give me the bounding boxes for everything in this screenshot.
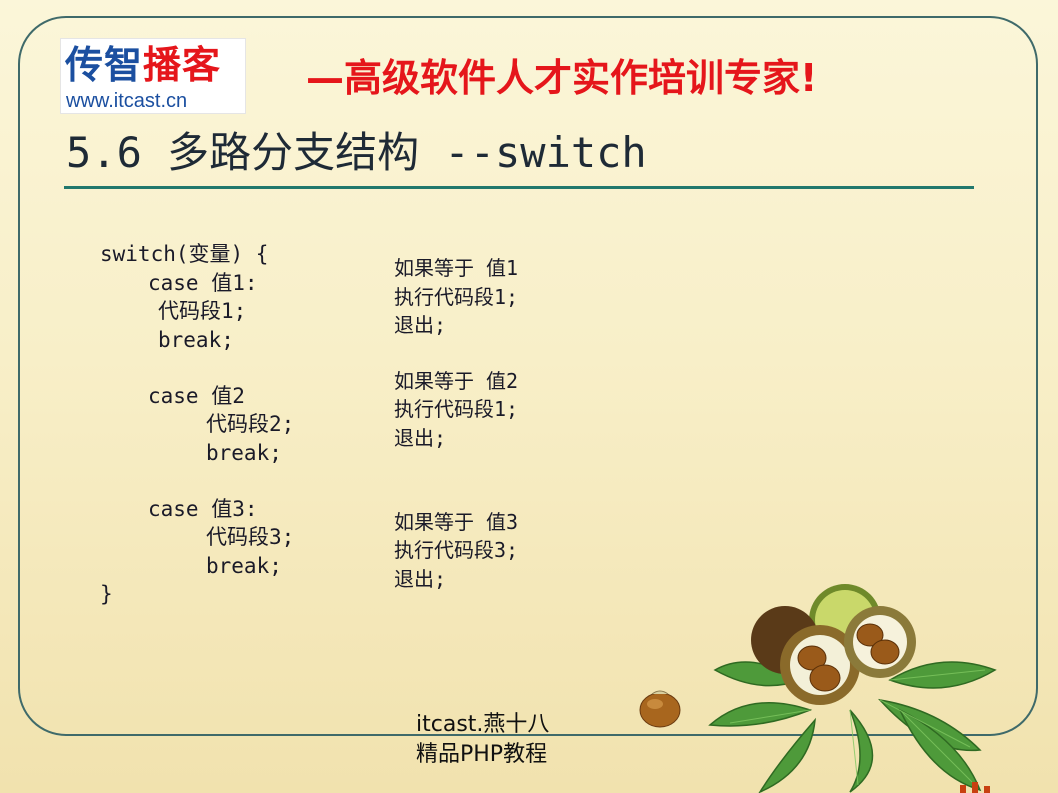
code-line: case 值2	[148, 384, 245, 408]
chestnut-cluster-decoration	[639, 584, 997, 793]
code-line: 代码段2;	[206, 412, 295, 436]
note-text: 如果等于 值2	[394, 369, 519, 393]
code-line: break;	[158, 328, 234, 352]
code-line: case 值1:	[148, 271, 258, 295]
itcast-logo: 传智播客 www.itcast.cn	[60, 38, 246, 114]
slogan: —高级软件人才实作培训专家!	[306, 56, 818, 100]
note-text: 退出;	[394, 567, 447, 591]
footer-line-1: itcast.燕十八	[416, 712, 550, 737]
note-text: 退出;	[394, 426, 447, 450]
slide-title: 5.6 多路分支结构 --switch	[66, 128, 647, 177]
code-line: }	[100, 582, 113, 606]
chestnut-icon	[639, 690, 681, 728]
code-line: switch(变量) {	[100, 242, 269, 266]
logo-name: 传智播客	[65, 43, 222, 87]
note-text: 执行代码段1;	[394, 397, 519, 421]
note-text: 如果等于 值1	[394, 256, 519, 280]
code-line: break;	[206, 554, 282, 578]
code-line: 代码段1;	[158, 299, 247, 323]
note-text: 执行代码段1;	[394, 285, 519, 309]
code-line: case 值3:	[148, 497, 258, 521]
footer-line-2: 精品PHP教程	[416, 742, 548, 767]
title-divider	[64, 186, 974, 189]
note-text: 执行代码段3;	[394, 538, 519, 562]
code-line: break;	[206, 441, 282, 465]
note-text: 如果等于 值3	[394, 510, 519, 534]
note-text: 退出;	[394, 313, 447, 337]
code-line: 代码段3;	[206, 525, 295, 549]
footer-caption: itcast.燕十八 精品PHP教程	[416, 710, 549, 770]
logo-url: www.itcast.cn	[66, 90, 188, 112]
